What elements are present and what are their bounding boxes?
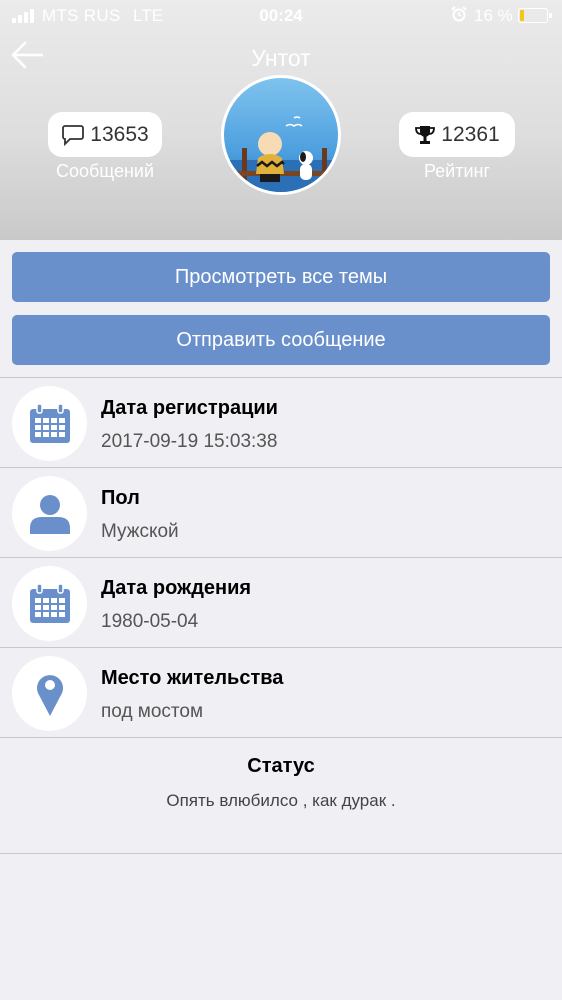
battery-level — [520, 10, 524, 21]
info-row-residence: Место жительства под мостом — [0, 648, 562, 738]
avatar-image — [224, 78, 338, 192]
info-value: под мостом — [101, 701, 204, 722]
battery-icon — [518, 8, 552, 23]
divider — [0, 853, 562, 854]
calendar-icon — [29, 402, 70, 443]
status-title: Статус — [247, 755, 315, 777]
battery-percent: 16 % — [474, 6, 513, 25]
info-icon-circle — [12, 476, 87, 551]
info-icon-circle — [12, 386, 87, 461]
info-label: Место жительства — [101, 667, 284, 689]
info-value: Мужской — [101, 521, 179, 542]
info-label: Дата регистрации — [101, 397, 278, 419]
status-bar: MTS RUS LTE 00:24 16 % — [0, 0, 562, 32]
page-title: Унтот — [251, 45, 311, 71]
info-row-birth-date: Дата рождения 1980-05-04 — [0, 558, 562, 648]
trophy-icon — [415, 125, 436, 144]
info-label: Дата рождения — [101, 577, 252, 599]
info-label: Пол — [101, 487, 140, 509]
messages-stat[interactable]: 13653 — [48, 112, 162, 157]
calendar-icon — [29, 582, 70, 623]
avatar[interactable] — [221, 75, 341, 195]
status-text: Опять влюбилсо , как дурак . — [166, 791, 396, 810]
rating-count: 12361 — [441, 122, 500, 146]
speech-bubble-icon — [62, 124, 85, 146]
rating-stat[interactable]: 12361 — [399, 112, 515, 157]
info-row-registration-date: Дата регистрации 2017-09-19 15:03:38 — [0, 378, 562, 468]
info-value: 2017-09-19 15:03:38 — [101, 431, 278, 452]
info-value: 1980-05-04 — [101, 611, 199, 632]
rating-label: Рейтинг — [423, 161, 491, 181]
view-all-topics-button[interactable]: Просмотреть все темы — [12, 252, 550, 302]
person-icon — [29, 494, 70, 534]
send-message-button[interactable]: Отправить сообщение — [12, 315, 550, 365]
messages-label: Сообщений — [56, 161, 154, 181]
info-icon-circle — [12, 566, 87, 641]
info-row-gender: Пол Мужской — [0, 468, 562, 558]
messages-count: 13653 — [90, 122, 149, 146]
divider — [0, 737, 562, 738]
location-pin-icon — [36, 674, 63, 716]
profile-header: MTS RUS LTE 00:24 16 % Унтот 13653 Сообщ… — [0, 0, 562, 240]
alarm-icon — [451, 6, 467, 22]
info-icon-circle — [12, 656, 87, 731]
